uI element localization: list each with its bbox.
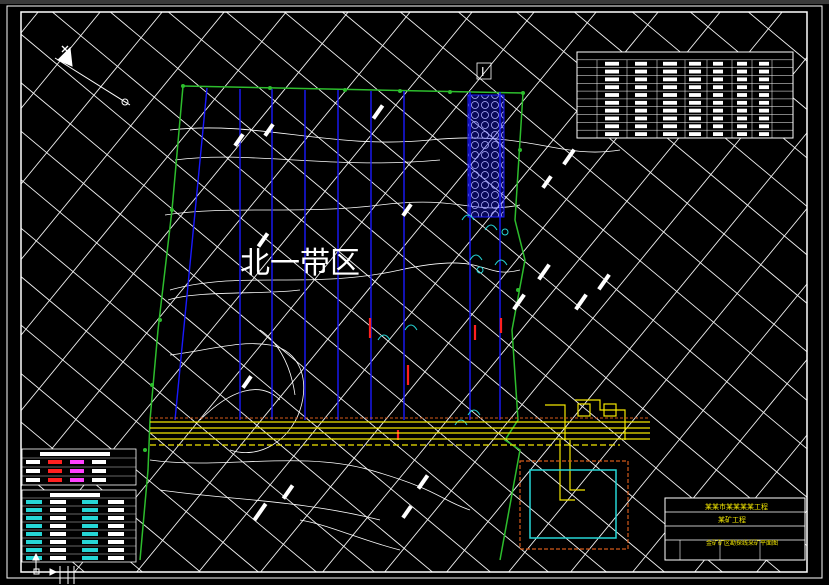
legend-table-left-upper bbox=[21, 448, 137, 486]
north-arrow-icon bbox=[54, 45, 131, 106]
region-label: 北一带区 bbox=[240, 246, 360, 281]
cad-drawing-canvas[interactable]: 北一带区 I 某某市某某某某工程 某矿工程 金矿矿区勘探线采矿平面图 bbox=[0, 0, 829, 585]
svg-text:I: I bbox=[481, 65, 485, 79]
tailings-pond-outer bbox=[519, 460, 629, 550]
title-line-3: 金矿矿区勘探线采矿平面图 bbox=[706, 539, 778, 547]
section-marker: I bbox=[476, 62, 492, 80]
title-line-2: 某矿工程 bbox=[718, 515, 746, 524]
layout-tab-markers[interactable] bbox=[59, 566, 75, 584]
legend-table-left-lower bbox=[21, 489, 137, 563]
title-block: 某某市某某某某工程 某矿工程 金矿矿区勘探线采矿平面图 bbox=[664, 497, 806, 561]
legend-table-top-right bbox=[576, 51, 794, 139]
title-line-1: 某某市某某某某工程 bbox=[705, 502, 768, 511]
cyan-symbols bbox=[377, 214, 509, 426]
tailings-pond-inner bbox=[529, 469, 617, 539]
line-labels bbox=[233, 104, 611, 522]
rock-fill-zone-bg bbox=[468, 95, 504, 217]
